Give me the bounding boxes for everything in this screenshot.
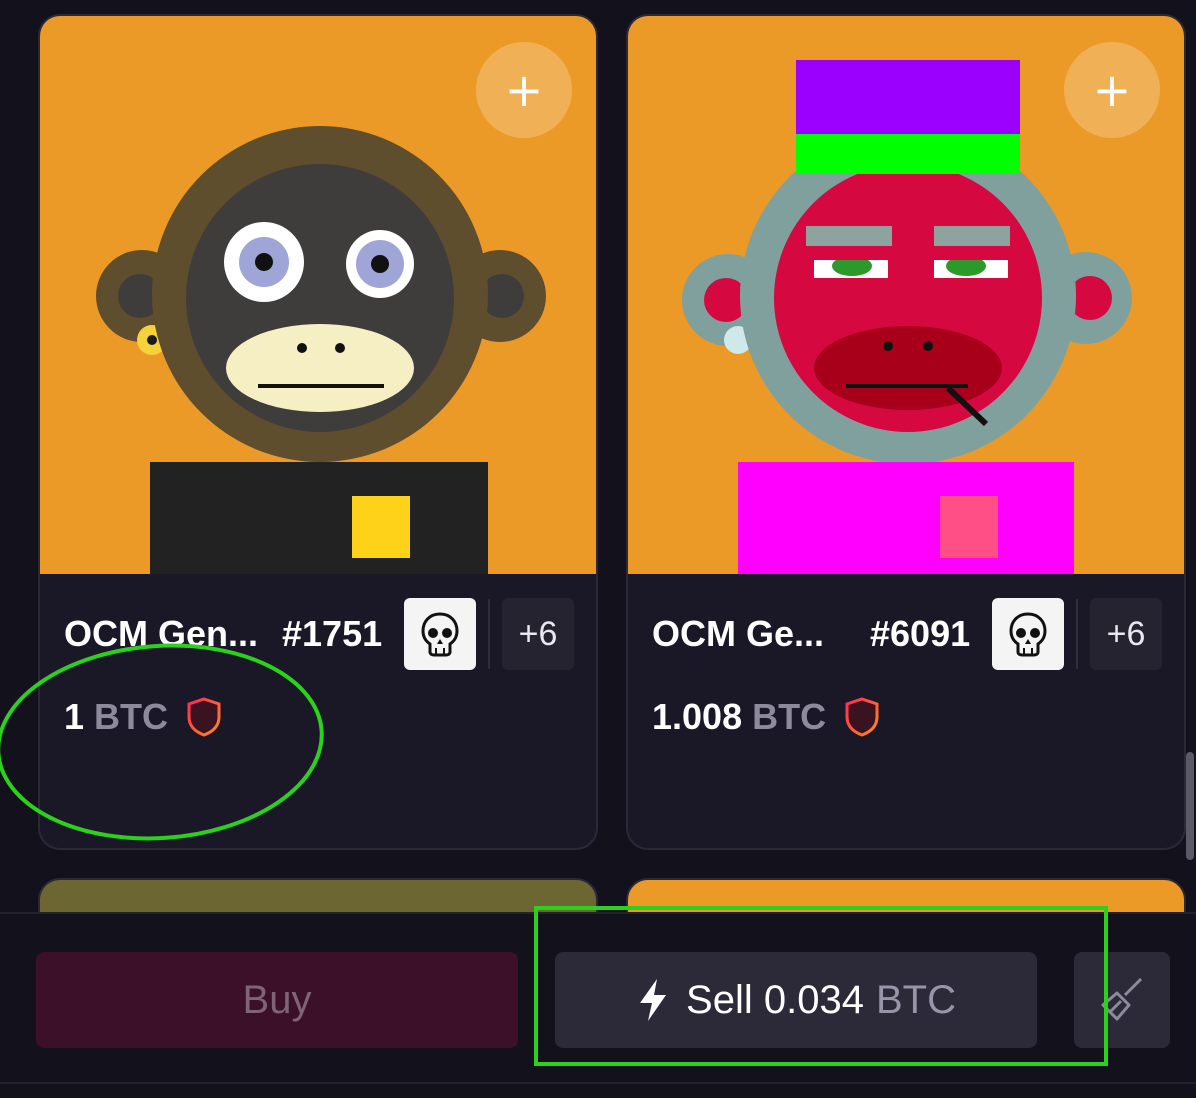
nft-number: #1751 <box>282 613 383 654</box>
price-currency: BTC <box>94 696 169 737</box>
price-value: 1.008 <box>652 696 743 737</box>
price-currency: BTC <box>752 696 827 737</box>
sell-button[interactable]: Sell 0.034 BTC <box>555 952 1037 1048</box>
buy-button[interactable]: Buy <box>36 952 518 1048</box>
nft-card-6091[interactable]: + OCM Ge... #6091 +6 1.008 BTC <box>626 14 1186 850</box>
nft-card-1751[interactable]: + OCM Gen... #1751 +6 1 BTC <box>38 14 598 850</box>
nft-collection-name: OCM Gen... <box>64 613 259 654</box>
nft-number: #6091 <box>870 613 971 654</box>
scrollbar-thumb[interactable] <box>1186 752 1194 860</box>
shield-icon <box>186 697 222 737</box>
sweep-button[interactable] <box>1074 952 1170 1048</box>
broom-icon <box>1095 971 1149 1030</box>
price-row: 1.008 BTC <box>652 696 880 738</box>
lightning-icon <box>636 977 670 1023</box>
footer-divider <box>0 1082 1196 1084</box>
add-to-cart-plus-icon[interactable]: + <box>476 42 572 138</box>
skull-icon[interactable] <box>404 598 476 670</box>
shield-icon <box>844 697 880 737</box>
bottom-action-bar: Buy Sell 0.034 BTC <box>0 912 1196 1098</box>
nft-collection-name: OCM Ge... <box>652 613 825 654</box>
add-to-cart-plus-icon[interactable]: + <box>1064 42 1160 138</box>
nft-artwork[interactable]: + <box>40 16 596 574</box>
nft-artwork[interactable]: + <box>628 16 1184 574</box>
badge-divider <box>488 599 490 669</box>
more-traits-badge[interactable]: +6 <box>1090 598 1162 670</box>
price-row: 1 BTC <box>64 696 222 738</box>
more-traits-badge[interactable]: +6 <box>502 598 574 670</box>
badge-divider <box>1076 599 1078 669</box>
sell-currency: BTC <box>875 977 956 1022</box>
sell-label: Sell 0.034 <box>686 977 864 1022</box>
price-value: 1 <box>64 696 85 737</box>
skull-icon[interactable] <box>992 598 1064 670</box>
